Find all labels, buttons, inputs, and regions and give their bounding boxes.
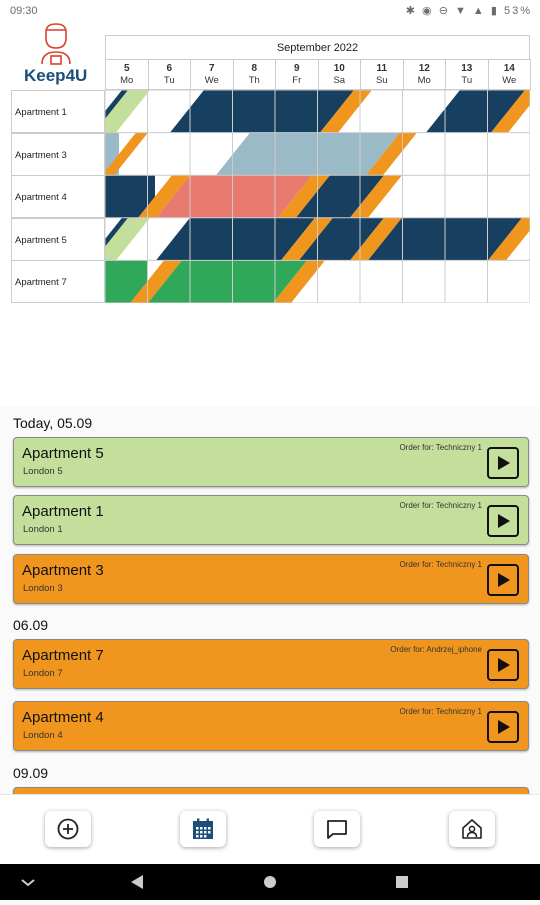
apartment-row-label[interactable]: Apartment 5 — [11, 217, 105, 261]
calendar-area: Keep4U September 2022 5 Mo 6 Tu 7 We 8 Th 9 Fr 10 S… — [0, 22, 540, 407]
day-header: 9 Fr — [275, 59, 319, 90]
booking-card[interactable]: Apartment 3 London 3 Order for: Techniczny… — [13, 554, 529, 604]
weekday-label: Mo — [120, 75, 134, 86]
day-number: 10 — [333, 63, 345, 74]
start-cleaning-button[interactable] — [487, 711, 519, 743]
calendar-icon — [193, 818, 213, 839]
day-number: 13 — [461, 63, 473, 74]
order-for-label: Order for: Techniczny 1 — [399, 560, 482, 569]
weekday-label: Mo — [417, 75, 431, 86]
play-icon — [498, 658, 510, 672]
day-number: 14 — [503, 63, 515, 74]
apartment-name: Apartment 7 — [22, 647, 104, 664]
apartment-row-label[interactable]: Apartment 7 — [11, 260, 105, 304]
month-header: September 2022 — [105, 35, 530, 59]
day-header: 11 Su — [360, 59, 404, 90]
order-for-label: Order for: Techniczny 1 — [399, 707, 482, 716]
weekday-label: Su — [375, 75, 388, 86]
start-cleaning-button[interactable] — [487, 649, 519, 681]
chevron-down-icon[interactable] — [21, 879, 35, 887]
day-header: 7 We — [190, 59, 234, 90]
apartment-row-label[interactable]: Apartment 4 — [11, 175, 105, 219]
booking-card[interactable]: Apartment 7 London 7 Order for: Andrzej_ip… — [13, 639, 529, 689]
weekday-label: We — [502, 75, 517, 86]
day-number: 6 — [166, 63, 173, 74]
start-cleaning-button[interactable] — [487, 505, 519, 537]
day-header: 14 We — [487, 59, 531, 90]
system-nav-bar — [0, 864, 540, 900]
play-icon — [498, 456, 510, 470]
day-number: 8 — [251, 63, 258, 74]
day-header: 5 Mo — [105, 59, 149, 90]
calendar-button[interactable] — [180, 811, 226, 847]
day-number: 11 — [376, 63, 388, 74]
day-header: 13 Tu — [445, 59, 489, 90]
add-button[interactable] — [45, 811, 91, 847]
weekday-label: Fr — [292, 75, 302, 86]
app-name: Keep4U — [24, 66, 88, 85]
start-cleaning-button[interactable] — [487, 564, 519, 596]
weekday-label: Sa — [333, 75, 346, 86]
home-circle-icon[interactable] — [264, 876, 276, 888]
day-header: 6 Tu — [147, 59, 191, 90]
status-bar: 09:30 ✱ ◉ ⊖ ▼ ▲ ▮ 53% — [0, 0, 540, 22]
booking-card[interactable]: Apartment 4 London 4 Order for: Techniczny… — [13, 701, 529, 751]
apartment-city: London 7 — [23, 668, 63, 679]
day-number: 9 — [293, 63, 300, 74]
weekday-label: Tu — [461, 75, 473, 86]
apartment-city: London 5 — [23, 466, 63, 477]
start-cleaning-button[interactable] — [487, 447, 519, 479]
weekday-label: Th — [248, 75, 260, 86]
day-number: 12 — [418, 63, 430, 74]
booking-card[interactable]: Apartment 1 London 1 Order for: Techniczny… — [13, 495, 529, 545]
apartment-name: Apartment 1 — [22, 503, 104, 520]
apartment-city: London 3 — [23, 583, 63, 594]
logo-icon — [41, 23, 71, 65]
booking-card[interactable]: Apartment 5 London 5 Order for: Techniczny… — [13, 437, 529, 487]
apartment-name: Apartment 3 — [22, 562, 104, 579]
status-time: 09:30 — [10, 5, 38, 17]
order-for-label: Order for: Techniczny 1 — [399, 501, 482, 510]
apartment-name: Apartment 4 — [22, 709, 104, 726]
day-section-title: Today, 05.09 — [13, 415, 93, 431]
checkout-block[interactable] — [105, 217, 150, 261]
order-for-label: Order for: Andrzej_iphone — [390, 645, 482, 654]
weekday-label: We — [204, 75, 219, 86]
apartment-name: Apartment 5 — [22, 445, 104, 462]
booking-list: Today, 05.09 Apartment 5 London 5 Order for… — [0, 407, 540, 794]
play-icon — [498, 573, 510, 587]
apartment-row-label[interactable]: Apartment 3 — [11, 132, 105, 176]
day-header: 8 Th — [232, 59, 276, 90]
app-logo: Keep4U — [20, 22, 92, 90]
house-user-icon — [462, 819, 482, 839]
messages-button[interactable] — [314, 811, 360, 847]
day-number: 5 — [123, 63, 130, 74]
home-button[interactable] — [449, 811, 495, 847]
weekday-label: Tu — [163, 75, 175, 86]
play-icon — [498, 720, 510, 734]
recents-icon[interactable] — [396, 876, 408, 888]
status-icons: ✱ ◉ ⊖ ▼ ▲ ▮ 53% — [405, 5, 532, 17]
back-icon[interactable] — [131, 875, 143, 889]
apartment-city: London 4 — [23, 730, 63, 741]
booking-card-partial[interactable] — [13, 787, 529, 794]
day-header: 10 Sa — [317, 59, 361, 90]
checkout-block[interactable] — [105, 90, 150, 133]
day-header: 12 Mo — [402, 59, 446, 90]
day-section-title: 06.09 — [13, 617, 49, 633]
day-section-title: 09.09 — [13, 765, 49, 781]
booking-grid[interactable] — [105, 90, 530, 303]
play-icon — [498, 514, 510, 528]
chat-icon — [327, 820, 347, 839]
apartment-row-label[interactable]: Apartment 1 — [11, 90, 105, 133]
plus-circle-icon — [57, 818, 79, 840]
bottom-nav — [0, 794, 540, 864]
order-for-label: Order for: Techniczny 1 — [399, 443, 482, 452]
apartment-city: London 1 — [23, 524, 63, 535]
day-number: 7 — [208, 63, 215, 74]
